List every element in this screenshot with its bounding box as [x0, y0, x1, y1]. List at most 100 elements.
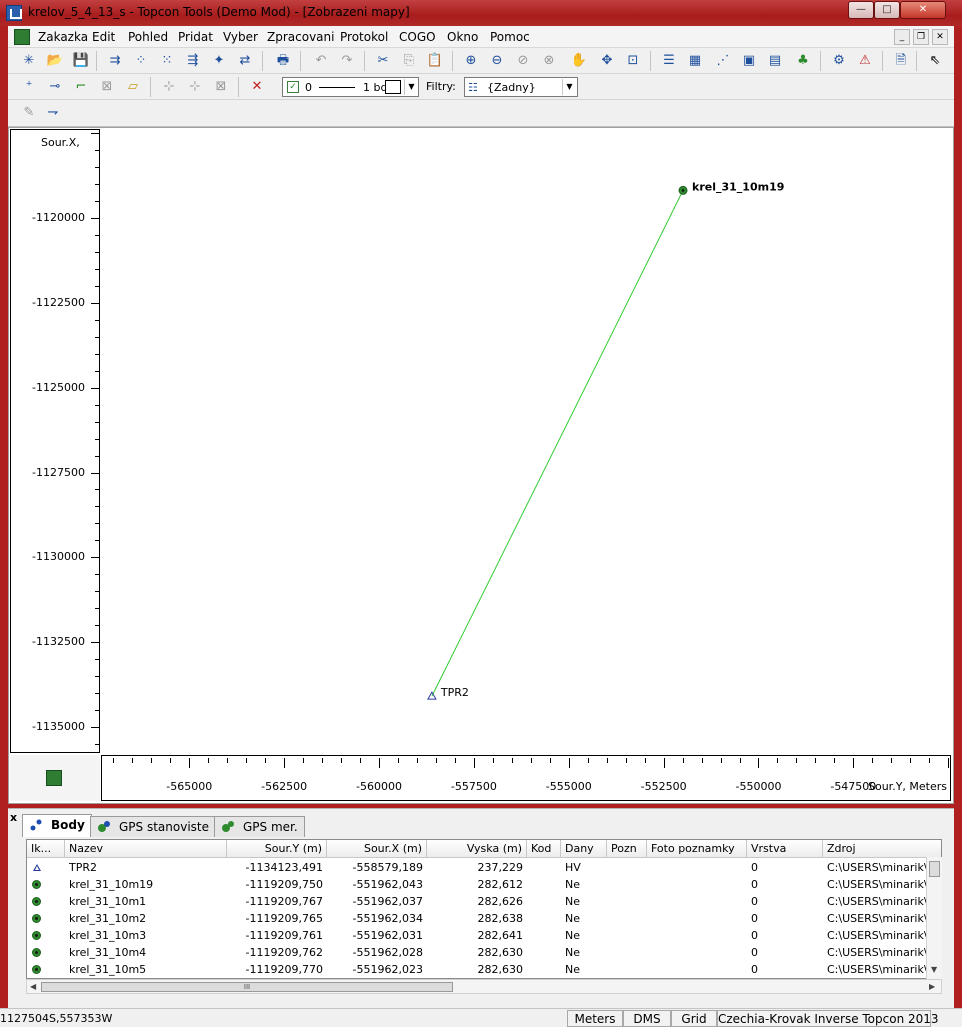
- menu-zakazka[interactable]: Zakazka: [38, 30, 88, 44]
- mdi-restore-button[interactable]: ❐: [913, 29, 929, 45]
- add-area-icon[interactable]: ⊠: [98, 78, 116, 96]
- zoom-window-icon[interactable]: ⊡: [624, 52, 642, 70]
- paste-icon[interactable]: 📋: [426, 52, 444, 70]
- new-project-icon[interactable]: ✳: [20, 52, 38, 70]
- column-header-sour-y[interactable]: Sour.Y (m): [227, 840, 327, 858]
- column-header-sour-x[interactable]: Sour.X (m): [327, 840, 427, 858]
- import-icon[interactable]: ⇉: [106, 52, 124, 70]
- grid-indicator[interactable]: Grid: [671, 1010, 717, 1027]
- vertex-icon[interactable]: ⊠: [212, 78, 230, 96]
- undo-icon[interactable]: ↶: [312, 52, 330, 70]
- print-icon[interactable]: 🖶: [274, 52, 292, 70]
- tree-icon[interactable]: ♣: [794, 52, 812, 70]
- menu-protokol[interactable]: Protokol: [340, 30, 388, 44]
- transform-icon[interactable]: ⇄: [236, 52, 254, 70]
- column-header-icon[interactable]: Ik...: [27, 840, 65, 858]
- horizontal-scrollbar[interactable]: ◀ III ▶: [26, 979, 942, 994]
- table-row[interactable]: krel_31_10m3 -1119209,761 -551962,031 282,6…: [27, 927, 928, 944]
- add-points-icon[interactable]: ⁘: [132, 52, 150, 70]
- map-settings-icon[interactable]: [46, 770, 62, 786]
- table-row[interactable]: krel_31_10m4 -1119209,762 -551962,028 282,6…: [27, 944, 928, 961]
- adjust-icon[interactable]: ⚙: [830, 52, 848, 70]
- chevron-down-icon[interactable]: ▼: [562, 79, 576, 95]
- menu-zpracovani[interactable]: Zpracovani: [267, 30, 334, 44]
- offset-icon[interactable]: ⇁: [44, 104, 62, 122]
- title-bar[interactable]: krelov_5_4_13_s - Topcon Tools (Demo Mod…: [0, 0, 962, 26]
- table-row[interactable]: krel_31_10m1 -1119209,767 -551962,037 282,6…: [27, 893, 928, 910]
- chevron-down-icon[interactable]: ▼: [404, 79, 418, 95]
- projection-indicator[interactable]: Czechia-Krovak Inverse Topcon 2013: [717, 1010, 939, 1027]
- map-drawing[interactable]: TPR2 krel_31_10m19: [101, 129, 951, 753]
- tab-body[interactable]: Body: [22, 814, 92, 837]
- menu-pomoc[interactable]: Pomoc: [490, 30, 530, 44]
- map-canvas[interactable]: TPR2 krel_31_10m19: [101, 129, 951, 753]
- help-pointer-icon[interactable]: ⇖: [926, 52, 944, 70]
- menu-pridat[interactable]: Pridat: [178, 30, 213, 44]
- column-header-kod[interactable]: Kod: [527, 840, 561, 858]
- units-indicator[interactable]: Meters: [567, 1010, 623, 1027]
- column-header-zdroj[interactable]: Zdroj: [823, 840, 941, 858]
- scroll-down-icon[interactable]: ▼: [931, 965, 937, 974]
- tab-gps-mer[interactable]: GPS mer.: [214, 816, 305, 837]
- menu-pohled[interactable]: Pohled: [128, 30, 168, 44]
- add-surface-icon[interactable]: ▱: [124, 78, 142, 96]
- gps-import-icon[interactable]: ⁙: [158, 52, 176, 70]
- zoom-out-icon[interactable]: ⊖: [488, 52, 506, 70]
- column-header-vrstva[interactable]: Vrstva: [747, 840, 823, 858]
- close-button[interactable]: ✕: [900, 1, 946, 19]
- image-view-icon[interactable]: ▣: [740, 52, 758, 70]
- cut-icon[interactable]: ✂: [374, 52, 392, 70]
- zoom-extents-icon[interactable]: ✥: [598, 52, 616, 70]
- delete-icon[interactable]: ✕: [248, 78, 266, 96]
- column-header-nazev[interactable]: Nazev: [65, 840, 227, 858]
- angle-format-indicator[interactable]: DMS: [623, 1010, 671, 1027]
- minimize-button[interactable]: —: [848, 1, 874, 19]
- zoom-previous-icon[interactable]: ⊘: [514, 52, 532, 70]
- column-header-vyska[interactable]: Vyska (m): [427, 840, 527, 858]
- document-icon[interactable]: [14, 29, 30, 45]
- zoom-next-icon[interactable]: ⊗: [540, 52, 558, 70]
- column-header-dany[interactable]: Dany: [561, 840, 607, 858]
- add-polyline-icon[interactable]: ⌐: [72, 78, 90, 96]
- mdi-minimize-button[interactable]: _: [894, 29, 910, 45]
- app-icon[interactable]: [6, 5, 22, 21]
- map-view-icon[interactable]: ▦: [686, 52, 704, 70]
- open-folder-icon[interactable]: 📂: [46, 52, 64, 70]
- observation-line[interactable]: [431, 190, 684, 697]
- scroll-left-icon[interactable]: ◀: [30, 982, 36, 991]
- notes-icon[interactable]: 🗎: [892, 52, 910, 70]
- layer-visible-checkbox[interactable]: ✓: [287, 81, 299, 93]
- mdi-close-button[interactable]: ✕: [932, 29, 948, 45]
- report-view-icon[interactable]: ▤: [766, 52, 784, 70]
- join-icon[interactable]: ⊹: [186, 78, 204, 96]
- edit-vertex-icon[interactable]: ✎: [20, 104, 38, 122]
- copy-icon[interactable]: ⎘: [400, 52, 418, 70]
- add-line-icon[interactable]: ⊸: [46, 78, 64, 96]
- menu-okno[interactable]: Okno: [447, 30, 478, 44]
- table-row[interactable]: krel_31_10m2 -1119209,765 -551962,034 282,6…: [27, 910, 928, 927]
- table-row[interactable]: krel_31_10m5 -1119209,770 -551962,023 282,6…: [27, 961, 928, 978]
- filter-select[interactable]: ☷ {Zadny} ▼: [464, 77, 578, 97]
- save-icon[interactable]: 💾: [72, 52, 90, 70]
- table-row[interactable]: TPR2 -1134123,491 -558579,189 237,229 HV 0 C:\…: [27, 859, 928, 876]
- column-header-foto[interactable]: Foto poznamky: [647, 840, 747, 858]
- tab-gps-stanoviste[interactable]: GPS stanoviste: [90, 816, 216, 837]
- menu-vyber[interactable]: Vyber: [223, 30, 258, 44]
- horizontal-scroll-thumb[interactable]: III: [41, 982, 453, 992]
- split-icon[interactable]: ⊹: [160, 78, 178, 96]
- export-icon[interactable]: ⇶: [184, 52, 202, 70]
- process-icon[interactable]: ✦: [210, 52, 228, 70]
- menu-cogo[interactable]: COGO: [399, 30, 436, 44]
- add-point-icon[interactable]: ⁺: [20, 78, 38, 96]
- menu-edit[interactable]: Edit: [92, 30, 115, 44]
- warning-icon[interactable]: ⚠: [856, 52, 874, 70]
- vertical-scroll-thumb[interactable]: [929, 861, 940, 877]
- scroll-right-icon[interactable]: ▶: [929, 982, 935, 991]
- vertical-scrollbar[interactable]: ▼: [926, 857, 942, 979]
- pan-hand-icon[interactable]: ✋: [570, 52, 588, 70]
- redo-icon[interactable]: ↷: [338, 52, 356, 70]
- layer-select[interactable]: ✓ 0 1 bd ▼: [282, 77, 419, 97]
- column-header-pozn[interactable]: Pozn: [607, 840, 647, 858]
- table-row[interactable]: krel_31_10m19 -1119209,750 -551962,043 282,…: [27, 876, 928, 893]
- list-view-icon[interactable]: ☰: [660, 52, 678, 70]
